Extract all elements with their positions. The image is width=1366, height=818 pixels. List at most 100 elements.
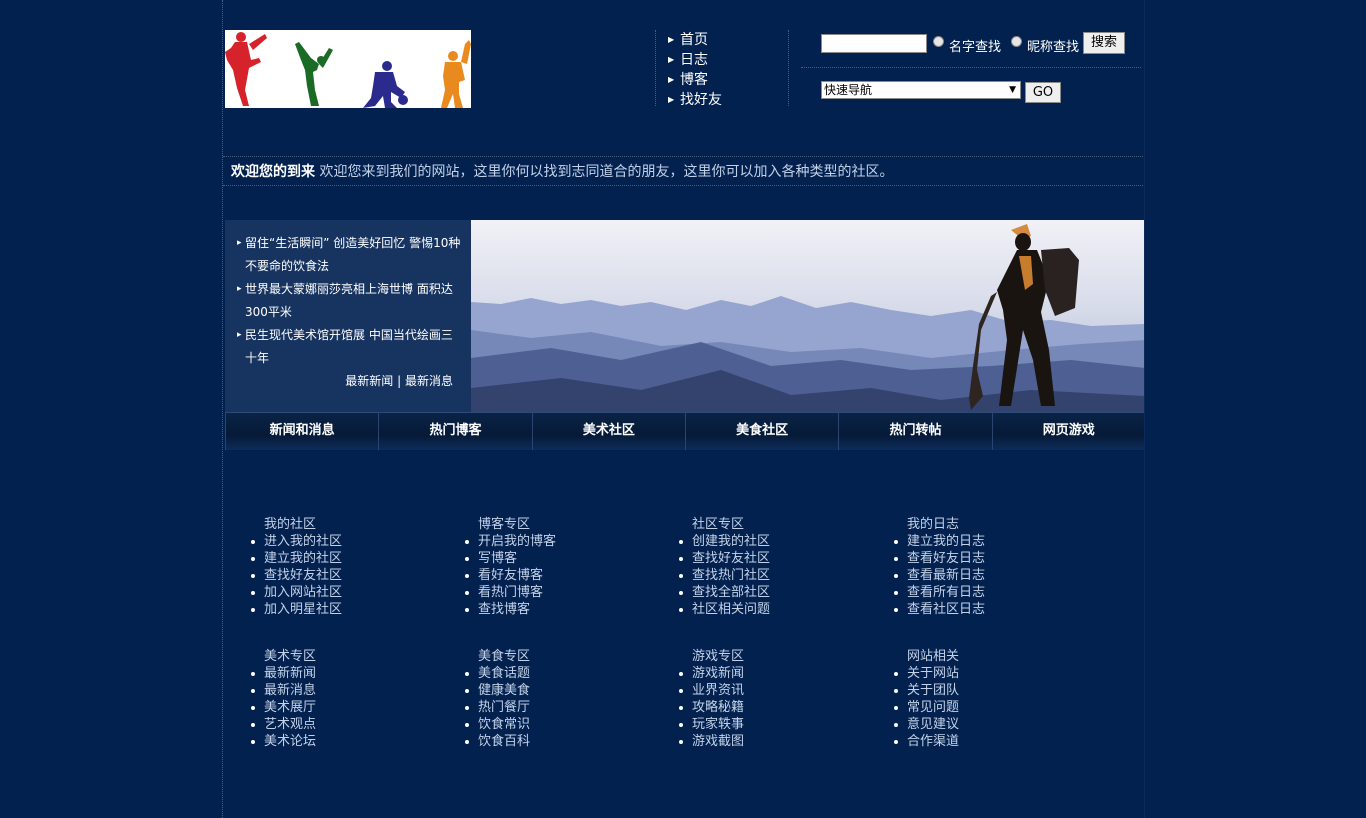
list-item[interactable]: 建立我的社区 <box>251 550 425 567</box>
arrow-right-icon: ▶ <box>668 35 675 44</box>
news-item[interactable]: ▸ 留住“生活瞬间” 创造美好回忆 警惕10种不要命的饮食法 <box>237 232 463 278</box>
list-item[interactable]: 查找博客 <box>465 601 639 618</box>
column-art-zone: 美术专区 最新新闻 最新消息 美术展厅 艺术观点 美术论坛 <box>225 648 425 750</box>
search-button[interactable]: 搜索 <box>1083 32 1125 54</box>
list-item[interactable]: 攻略秘籍 <box>679 699 853 716</box>
arrow-right-icon: ▶ <box>668 75 675 84</box>
bullet-icon: ▸ <box>237 284 242 294</box>
bullet-icon: ▸ <box>237 330 242 340</box>
news-item-text: 世界最大蒙娜丽莎亮相上海世博 面积达300平米 <box>245 282 453 319</box>
arrow-right-icon: ▶ <box>668 55 675 64</box>
quick-nav-selected: 快速导航 <box>824 83 873 97</box>
news-item-text: 民生现代美术馆开馆展 中国当代绘画三十年 <box>245 328 453 365</box>
tab-art-community[interactable]: 美术社区 <box>531 413 685 450</box>
list-item[interactable]: 游戏截图 <box>679 733 853 750</box>
list-item[interactable]: 最新新闻 <box>251 665 425 682</box>
list-item[interactable]: 健康美食 <box>465 682 639 699</box>
list-item[interactable]: 查找好友社区 <box>679 550 853 567</box>
latest-news-link[interactable]: 最新新闻 <box>345 374 393 388</box>
column-title: 游戏专区 <box>692 649 745 664</box>
radio-name-label: 名字查找 <box>949 40 1002 55</box>
list-item[interactable]: 常见问题 <box>894 699 1068 716</box>
welcome-title: 欢迎您的到来 <box>231 164 315 180</box>
list-item[interactable]: 加入网站社区 <box>251 584 425 601</box>
tab-news[interactable]: 新闻和消息 <box>225 413 378 450</box>
list-item[interactable]: 艺术观点 <box>251 716 425 733</box>
nav-home-label: 首页 <box>680 32 708 48</box>
list-item[interactable]: 美术展厅 <box>251 699 425 716</box>
nav-find-friends[interactable]: ▶ 找好友 <box>668 90 788 110</box>
news-box: ▸ 留住“生活瞬间” 创造美好回忆 警惕10种不要命的饮食法 ▸ 世界最大蒙娜丽莎亮… <box>225 220 471 412</box>
list-item[interactable]: 创建我的社区 <box>679 533 853 550</box>
list-item[interactable]: 饮食百科 <box>465 733 639 750</box>
list-item[interactable]: 加入明星社区 <box>251 601 425 618</box>
nav-blog-label: 博客 <box>680 72 708 88</box>
column-my-community: 我的社区 进入我的社区 建立我的社区 查找好友社区 加入网站社区 加入明星社区 <box>225 516 425 618</box>
list-item[interactable]: 关于网站 <box>894 665 1068 682</box>
page-right-border <box>1144 0 1145 818</box>
news-links: 最新新闻 | 最新消息 <box>237 370 463 393</box>
dropdown-caret-icon: ▼ <box>1009 85 1016 95</box>
site-logo[interactable] <box>225 30 471 108</box>
tab-hot-blogs[interactable]: 热门博客 <box>378 413 531 450</box>
top-nav: ▶ 首页 ▶ 日志 ▶ 博客 ▶ 找好友 <box>655 30 788 108</box>
column-blog-zone: 博客专区 开启我的博客 写博客 看好友博客 看热门博客 查找博客 <box>439 516 639 618</box>
category-tabs: 新闻和消息 热门博客 美术社区 美食社区 热门转帖 网页游戏 <box>225 412 1145 450</box>
list-item[interactable]: 美食话题 <box>465 665 639 682</box>
list-item[interactable]: 游戏新闻 <box>679 665 853 682</box>
list-item[interactable]: 查看最新日志 <box>894 567 1068 584</box>
list-item[interactable]: 看热门博客 <box>465 584 639 601</box>
tab-food-community[interactable]: 美食社区 <box>684 413 838 450</box>
list-item[interactable]: 关于团队 <box>894 682 1068 699</box>
list-item[interactable]: 美术论坛 <box>251 733 425 750</box>
nav-divider <box>788 30 789 106</box>
column-community-zone: 社区专区 创建我的社区 查找好友社区 查找热门社区 查找全部社区 社区相关问题 <box>653 516 853 618</box>
list-item[interactable]: 查找热门社区 <box>679 567 853 584</box>
list-item[interactable]: 查看社区日志 <box>894 601 1068 618</box>
go-button[interactable]: GO <box>1025 82 1061 103</box>
latest-messages-link[interactable]: 最新消息 <box>405 374 453 388</box>
search-input[interactable] <box>821 34 927 53</box>
list-item[interactable]: 社区相关问题 <box>679 601 853 618</box>
column-food-zone: 美食专区 美食话题 健康美食 热门餐厅 饮食常识 饮食百科 <box>439 648 639 750</box>
list-item[interactable]: 查找好友社区 <box>251 567 425 584</box>
nav-find-friends-label: 找好友 <box>680 92 722 108</box>
nav-diary-label: 日志 <box>680 52 708 68</box>
list-item[interactable]: 饮食常识 <box>465 716 639 733</box>
list-item[interactable]: 查看所有日志 <box>894 584 1068 601</box>
column-site-related: 网站相关 关于网站 关于团队 常见问题 意见建议 合作渠道 <box>868 648 1068 750</box>
radio-nick-search[interactable] <box>1011 36 1022 47</box>
column-title: 网站相关 <box>907 649 960 664</box>
bullet-icon: ▸ <box>237 238 242 248</box>
list-item[interactable]: 最新消息 <box>251 682 425 699</box>
list-item[interactable]: 热门餐厅 <box>465 699 639 716</box>
nav-home[interactable]: ▶ 首页 <box>668 30 788 50</box>
column-title: 博客专区 <box>478 517 531 532</box>
nav-diary[interactable]: ▶ 日志 <box>668 50 788 70</box>
list-item[interactable]: 建立我的日志 <box>894 533 1068 550</box>
welcome-bar: 欢迎您的到来 欢迎您来到我们的网站，这里你何以找到志同道合的朋友，这里你可以加入… <box>223 156 1143 186</box>
list-item[interactable]: 开启我的博客 <box>465 533 639 550</box>
column-my-diary: 我的日志 建立我的日志 查看好友日志 查看最新日志 查看所有日志 查看社区日志 <box>868 516 1068 618</box>
column-title: 我的日志 <box>907 517 960 532</box>
radio-nick-label: 昵称查找 <box>1027 40 1080 55</box>
tab-web-games[interactable]: 网页游戏 <box>991 413 1145 450</box>
nav-blog[interactable]: ▶ 博客 <box>668 70 788 90</box>
radio-name-search[interactable] <box>933 36 944 47</box>
list-item[interactable]: 写博客 <box>465 550 639 567</box>
news-item-text: 留住“生活瞬间” 创造美好回忆 警惕10种不要命的饮食法 <box>245 236 461 273</box>
list-item[interactable]: 进入我的社区 <box>251 533 425 550</box>
column-title: 美术专区 <box>264 649 317 664</box>
list-item[interactable]: 合作渠道 <box>894 733 1068 750</box>
news-item[interactable]: ▸ 民生现代美术馆开馆展 中国当代绘画三十年 <box>237 324 463 370</box>
list-item[interactable]: 查找全部社区 <box>679 584 853 601</box>
tab-hot-reposts[interactable]: 热门转帖 <box>838 413 991 450</box>
search-area: 名字查找 昵称查找 搜索 <box>821 32 1143 56</box>
list-item[interactable]: 意见建议 <box>894 716 1068 733</box>
news-item[interactable]: ▸ 世界最大蒙娜丽莎亮相上海世博 面积达300平米 <box>237 278 463 324</box>
quick-nav-select[interactable]: 快速导航 ▼ <box>821 81 1021 99</box>
list-item[interactable]: 查看好友日志 <box>894 550 1068 567</box>
list-item[interactable]: 业界资讯 <box>679 682 853 699</box>
list-item[interactable]: 玩家轶事 <box>679 716 853 733</box>
list-item[interactable]: 看好友博客 <box>465 567 639 584</box>
